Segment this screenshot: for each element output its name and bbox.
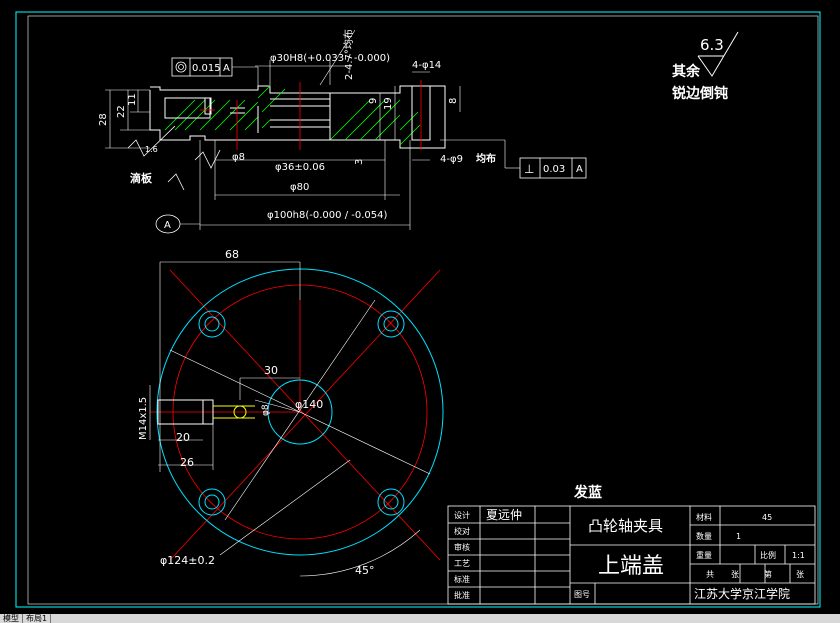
roughness-small: 1.6 — [145, 145, 158, 154]
dim-dia-100: φ100h8(-0.000 / -0.054) — [267, 210, 387, 221]
dim-height-9: 9 — [368, 98, 379, 104]
dim-height-8: 8 — [448, 98, 459, 104]
tb-project-name: 凸轮轴夹具 — [588, 517, 663, 535]
dim-height-19: 19 — [383, 97, 394, 110]
tb-scale-label: 比例 — [760, 550, 776, 560]
tb-sheet-total-unit: 张 — [731, 570, 739, 579]
perpendicularity-datum: A — [576, 164, 583, 175]
dim-dia-8: φ8 — [232, 152, 245, 163]
dim-chamfer: 2-4.7°均布 — [343, 29, 355, 80]
tb-label-check: 校对 — [454, 526, 470, 536]
tb-scale-value: 1:1 — [792, 551, 805, 560]
tb-sheet-no-unit: 张 — [796, 570, 804, 579]
perpendicularity-symbol: ⊥ — [524, 162, 534, 176]
tab-layout1[interactable]: 布局1 — [23, 614, 52, 623]
dim-dia-80: φ80 — [290, 182, 309, 193]
dim-width-20: 20 — [176, 431, 190, 444]
dim-height-28: 28 — [98, 113, 109, 126]
dim-dia-124: φ124±0.2 — [160, 554, 215, 567]
dim-dia-140: φ140 — [295, 398, 323, 411]
dim-holes-4-14: 4-φ14 — [412, 60, 441, 71]
tb-qty-value: 1 — [736, 532, 741, 541]
dim-dia-36: φ36±0.06 — [275, 162, 325, 173]
dim-height-22: 22 — [116, 105, 127, 118]
tb-material-label: 材料 — [696, 512, 712, 522]
cad-drawing-canvas[interactable]: 6.3 其余 锐边倒钝 0.015 A φ30H8(+0.033 / -0.00… — [0, 0, 840, 623]
dim-bore-30: φ30H8(+0.033 / -0.000) — [270, 53, 390, 64]
roughness-value: 6.3 — [700, 36, 724, 54]
tb-label-approve: 批准 — [454, 590, 470, 600]
tb-label-review: 审核 — [454, 542, 470, 552]
tb-value-design: 夏远仲 — [486, 508, 522, 522]
dim-width-30: 30 — [264, 364, 278, 377]
dim-width-26: 26 — [180, 456, 194, 469]
tb-label-process: 工艺 — [454, 559, 470, 568]
datum-a-label: A — [164, 220, 171, 231]
dim-even-note: 均布 — [476, 152, 496, 165]
tb-sheet-no-label: 第 — [764, 569, 772, 579]
remaining-note-2: 锐边倒钝 — [672, 85, 728, 102]
tb-part-name: 上端盖 — [598, 554, 664, 579]
perpendicularity-tolerance: 0.03 — [543, 164, 565, 175]
dim-holes-4-9: 4-φ9 — [440, 154, 463, 165]
surface-treatment-note: 发蓝 — [573, 484, 602, 501]
dim-height-3: 3 — [354, 159, 365, 165]
coaxiality-tolerance: 0.015 — [192, 63, 221, 74]
ink-note: 滴板 — [130, 171, 153, 185]
tb-material-value: 45 — [762, 513, 772, 522]
tb-qty-label: 数量 — [696, 531, 712, 541]
dim-height-11: 11 — [127, 93, 138, 106]
tb-school: 江苏大学京江学院 — [694, 586, 790, 601]
dim-dia-8-plan: φ8 — [261, 404, 271, 416]
remaining-note-1: 其余 — [672, 63, 701, 80]
tab-model[interactable]: 模型 — [0, 614, 23, 623]
tb-drawing-no-label: 图号 — [574, 590, 590, 599]
layout-tabs-bar: 模型 布局1 — [0, 614, 840, 623]
tb-label-design: 设计 — [454, 510, 470, 520]
dim-width-68: 68 — [225, 248, 239, 261]
coaxiality-datum: A — [223, 63, 230, 74]
tb-weight-label: 重量 — [696, 550, 712, 560]
tb-label-standard: 标准 — [454, 574, 470, 584]
dim-angle-45: 45° — [355, 564, 375, 577]
dim-thread: M14x1.5 — [138, 397, 149, 440]
tb-sheet-total-label: 共 — [706, 570, 714, 579]
